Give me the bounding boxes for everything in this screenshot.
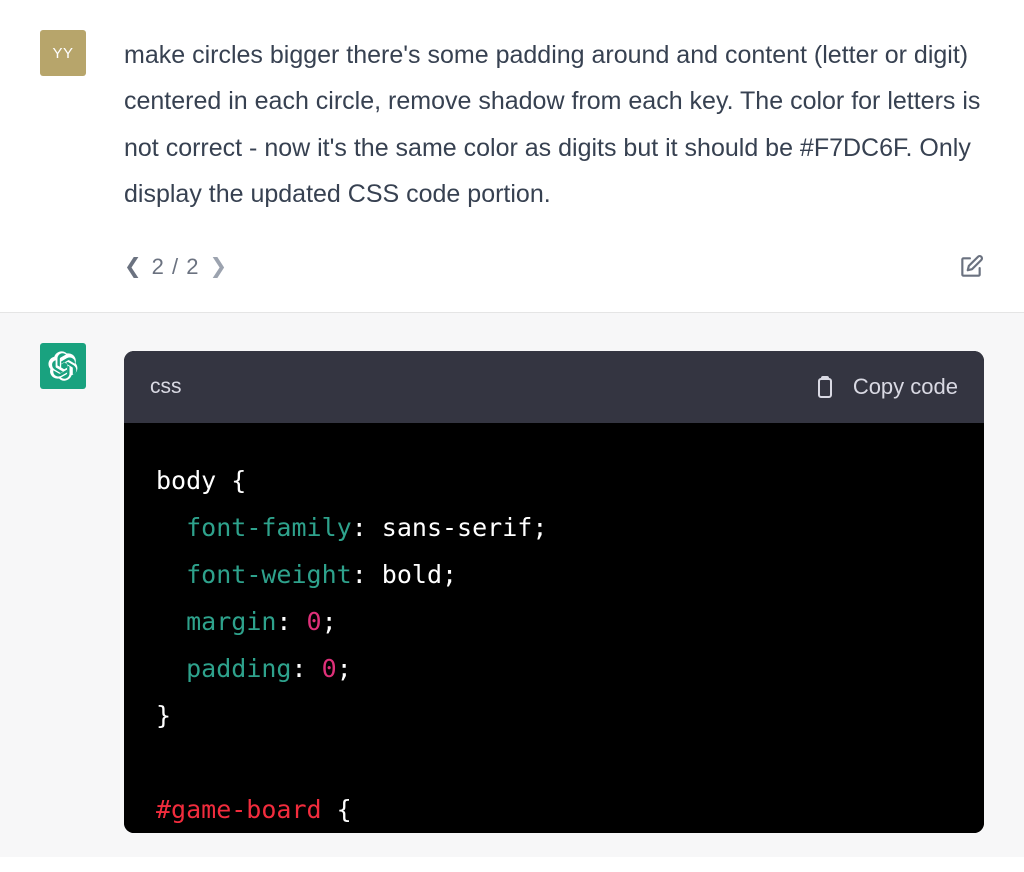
pager-counts: 2 / 2: [152, 247, 200, 288]
code-token: :: [291, 654, 321, 683]
pager-prev-icon[interactable]: ❮: [124, 248, 142, 287]
assistant-avatar: [40, 343, 86, 389]
user-message-text: make circles bigger there's some padding…: [124, 32, 984, 217]
code-token: font-weight: [186, 560, 352, 589]
code-token: bold: [382, 560, 442, 589]
code-block: css Copy code body { font-family: sans-s…: [124, 351, 984, 834]
edit-icon[interactable]: [958, 254, 984, 280]
code-token: body: [156, 466, 216, 495]
pager-next-icon[interactable]: ❯: [209, 248, 227, 287]
pager-sep: /: [172, 254, 179, 279]
code-language-label: css: [150, 368, 182, 407]
code-header: css Copy code: [124, 351, 984, 424]
code-token: ;: [532, 513, 547, 542]
user-message: YY make circles bigger there's some padd…: [0, 0, 1024, 312]
code-token: font-family: [186, 513, 352, 542]
user-avatar-initials: YY: [52, 45, 73, 62]
code-token: {: [216, 466, 246, 495]
code-token: {: [322, 795, 352, 824]
code-token: ;: [322, 607, 337, 636]
user-content: make circles bigger there's some padding…: [124, 30, 984, 288]
code-token: sans-serif: [382, 513, 533, 542]
code-token: margin: [186, 607, 276, 636]
code-token: :: [276, 607, 306, 636]
code-token: #game-board: [156, 795, 322, 824]
code-token: ;: [442, 560, 457, 589]
code-token: :: [352, 560, 382, 589]
assistant-content: css Copy code body { font-family: sans-s…: [124, 343, 984, 834]
assistant-message: css Copy code body { font-family: sans-s…: [0, 312, 1024, 858]
user-avatar: YY: [40, 30, 86, 76]
message-pager: ❮ 2 / 2 ❯: [124, 247, 227, 288]
assistant-logo-icon: [48, 351, 78, 381]
code-token: 0: [307, 607, 322, 636]
pager-current: 2: [152, 254, 165, 279]
code-token: 0: [322, 654, 337, 683]
code-token: :: [352, 513, 382, 542]
code-body: body { font-family: sans-serif; font-wei…: [124, 423, 984, 833]
clipboard-icon: [813, 373, 837, 401]
pager-total: 2: [186, 254, 199, 279]
copy-code-button[interactable]: Copy code: [813, 367, 958, 408]
code-token: padding: [186, 654, 291, 683]
copy-code-label: Copy code: [853, 367, 958, 408]
code-token: ;: [337, 654, 352, 683]
code-token: }: [156, 701, 171, 730]
pager-row: ❮ 2 / 2 ❯: [124, 247, 984, 288]
